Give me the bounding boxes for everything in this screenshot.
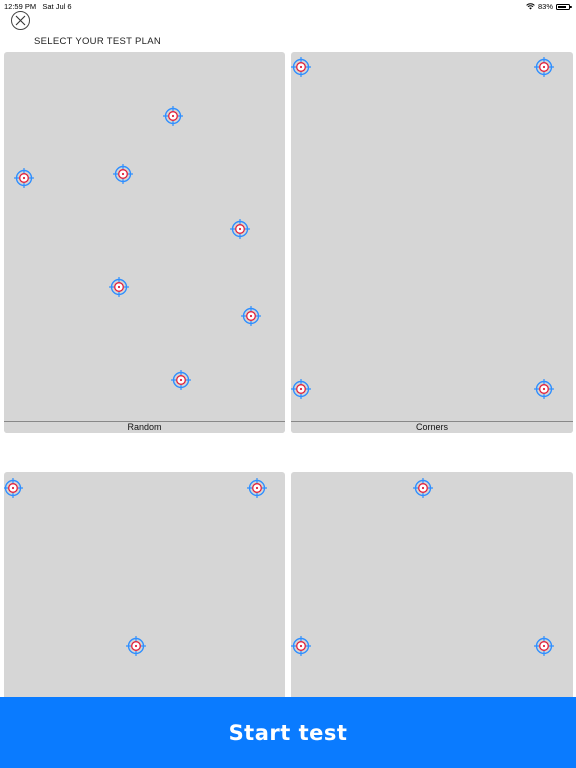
plan-4-card[interactable] (291, 472, 573, 712)
target-icon (109, 277, 129, 297)
target-icon (534, 57, 554, 77)
target-icon (413, 478, 433, 498)
status-right: 83% (526, 2, 572, 11)
target-icon (163, 106, 183, 126)
close-icon (15, 15, 26, 26)
plan-corners-label: Corners (291, 421, 573, 433)
plan-random-label: Random (4, 421, 285, 433)
target-icon (291, 379, 311, 399)
start-test-button[interactable]: Start test (0, 697, 576, 768)
plan-3-card[interactable] (4, 472, 285, 712)
target-icon (291, 57, 311, 77)
target-icon (14, 168, 34, 188)
battery-fill (558, 5, 567, 8)
target-icon (171, 370, 191, 390)
target-icon (241, 306, 261, 326)
target-icon (126, 636, 146, 656)
page-title: SELECT YOUR TEST PLAN (34, 36, 162, 47)
battery-percent: 83% (537, 2, 553, 11)
target-icon (230, 219, 250, 239)
battery-icon (556, 3, 572, 10)
status-time: 12:59 PM Sat Jul 6 (4, 2, 72, 11)
target-icon (534, 636, 554, 656)
target-icon (534, 379, 554, 399)
status-bar: 12:59 PM Sat Jul 6 83% (0, 0, 576, 12)
plan-random-card[interactable]: Random (4, 52, 285, 433)
target-icon (4, 478, 23, 498)
target-icon (291, 636, 311, 656)
wifi-icon (526, 3, 535, 10)
status-date: Sat Jul 6 (42, 2, 72, 11)
close-button[interactable] (11, 11, 30, 30)
target-icon (113, 164, 133, 184)
plan-corners-card[interactable]: Corners (291, 52, 573, 433)
target-icon (247, 478, 267, 498)
